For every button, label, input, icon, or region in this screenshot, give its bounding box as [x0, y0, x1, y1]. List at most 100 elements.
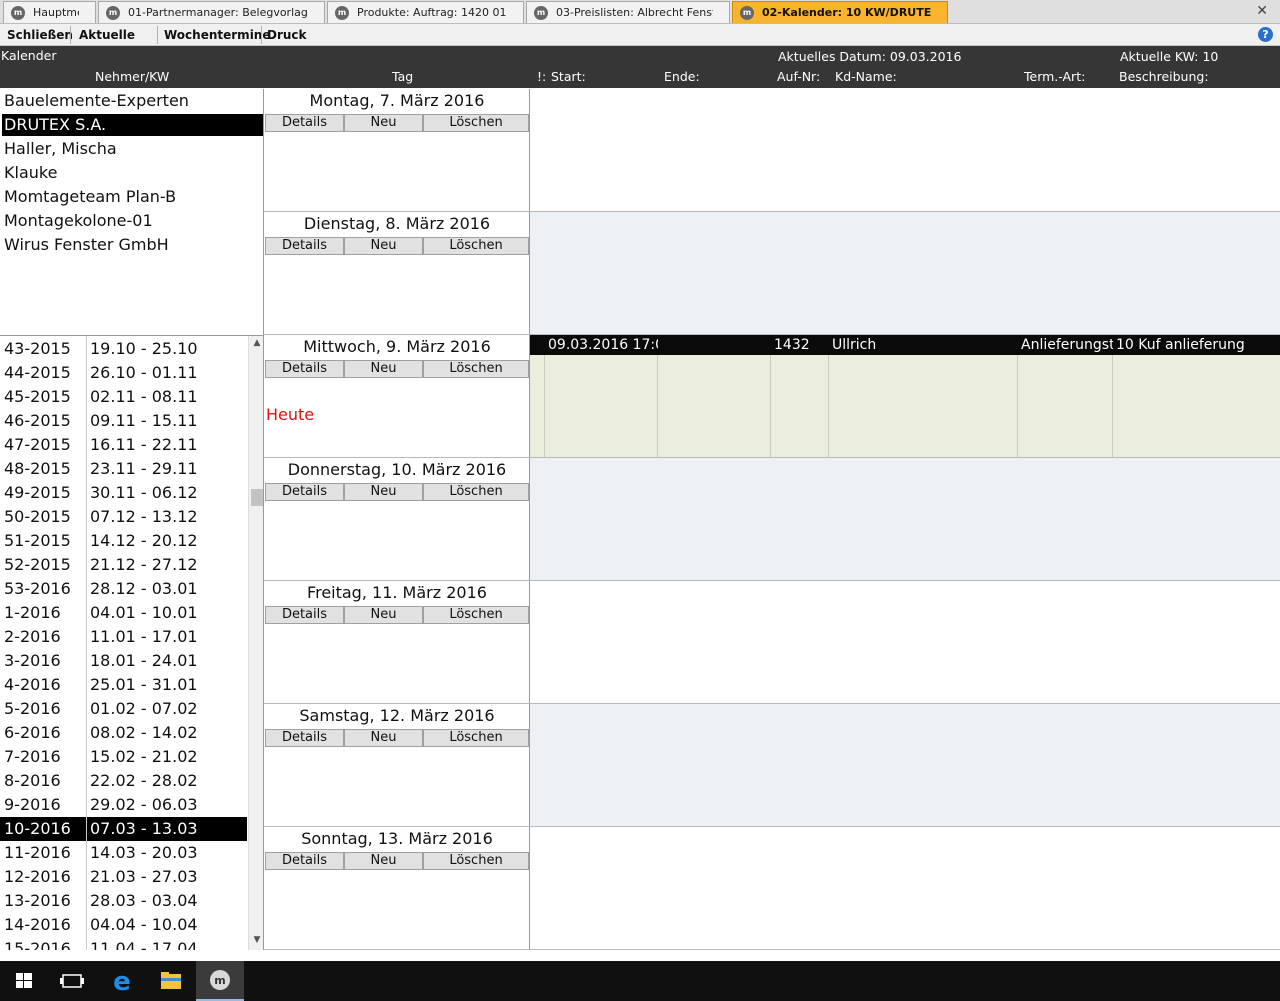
week-row[interactable]: 12-2016 21.03 - 27.03: [0, 865, 247, 889]
close-icon[interactable]: ✕: [1256, 3, 1268, 19]
app-taskbar-icon[interactable]: m: [196, 961, 244, 1001]
week-row[interactable]: 1-2016 04.01 - 10.01: [0, 601, 247, 625]
file-explorer-icon[interactable]: [147, 961, 195, 1001]
day-row: Sonntag, 13. März 2016 Details Neu Löschen: [264, 827, 1280, 950]
column-divider: [657, 355, 658, 457]
week-row[interactable]: 6-2016 08.02 - 14.02: [0, 721, 247, 745]
week-row[interactable]: 13-2016 28.03 - 03.04: [0, 889, 247, 913]
details-button[interactable]: Details: [265, 360, 344, 378]
week-row[interactable]: 53-2016 28.12 - 03.01: [0, 577, 247, 601]
print-button[interactable]: Druck: [261, 26, 307, 44]
task-view-icon[interactable]: [48, 961, 96, 1001]
windows-start-icon[interactable]: [0, 961, 48, 1001]
week-row[interactable]: 5-2016 01.02 - 07.02: [0, 697, 247, 721]
week-row[interactable]: 49-2015 30.11 - 06.12: [0, 481, 247, 505]
scroll-up-icon[interactable]: ▲: [249, 338, 263, 352]
week-row[interactable]: 47-2015 16.11 - 22.11: [0, 433, 247, 457]
week-row[interactable]: 52-2015 21.12 - 27.12: [0, 553, 247, 577]
week-row[interactable]: 8-2016 22.02 - 28.02: [0, 769, 247, 793]
new-button[interactable]: Neu: [344, 606, 423, 624]
list-item[interactable]: Bauelemente-Experten: [2, 90, 263, 112]
delete-button[interactable]: Löschen: [423, 852, 529, 870]
tab-preislisten[interactable]: m 03-Preislisten: Albrecht Fenster...: [526, 1, 730, 23]
list-item-selected[interactable]: DRUTEX S.A.: [2, 114, 263, 136]
details-button[interactable]: Details: [265, 852, 344, 870]
delete-button[interactable]: Löschen: [423, 483, 529, 501]
app-logo-icon: m: [106, 6, 120, 20]
close-button[interactable]: Schließen: [1, 26, 73, 44]
new-button[interactable]: Neu: [344, 360, 423, 378]
week-row[interactable]: 3-2016 18.01 - 24.01: [0, 649, 247, 673]
new-button[interactable]: Neu: [344, 852, 423, 870]
week-range: 23.11 - 29.11: [90, 459, 198, 478]
day-header: Mittwoch, 9. März 2016 Details Neu Löschen H…: [264, 335, 530, 457]
week-number: 43-2015: [4, 339, 71, 358]
week-list-scrollbar[interactable]: ▲ ▼: [248, 336, 263, 950]
week-row[interactable]: 45-2015 02.11 - 08.11: [0, 385, 247, 409]
week-range: 16.11 - 22.11: [90, 435, 198, 454]
list-item[interactable]: Montagekolone-01: [2, 210, 263, 232]
details-button[interactable]: Details: [265, 483, 344, 501]
week-number: 48-2015: [4, 459, 71, 478]
week-range: 14.12 - 20.12: [90, 531, 198, 550]
tab-kalender[interactable]: m 02-Kalender: 10 KW/DRUTEX S.A....: [732, 1, 948, 23]
delete-button[interactable]: Löschen: [423, 360, 529, 378]
week-range: 29.02 - 06.03: [90, 795, 198, 814]
week-row[interactable]: 51-2015 14.12 - 20.12: [0, 529, 247, 553]
column-header-description: Beschreibung:: [1119, 69, 1209, 84]
list-item[interactable]: Momtageteam Plan-B: [2, 186, 263, 208]
week-row[interactable]: 50-2015 07.12 - 13.12: [0, 505, 247, 529]
scrollbar-thumb[interactable]: [251, 489, 263, 506]
new-button[interactable]: Neu: [344, 237, 423, 255]
week-row[interactable]: 43-2015 19.10 - 25.10: [0, 337, 247, 361]
day-title: Mittwoch, 9. März 2016: [303, 337, 491, 356]
tab-produkte[interactable]: m Produkte: Auftrag: 1420 01 - ...: [327, 1, 524, 23]
details-button[interactable]: Details: [265, 114, 344, 132]
week-range: 19.10 - 25.10: [90, 339, 198, 358]
week-row[interactable]: 9-2016 29.02 - 06.03: [0, 793, 247, 817]
week-row[interactable]: 15-2016 11.04 - 17.04: [0, 937, 247, 950]
new-button[interactable]: Neu: [344, 483, 423, 501]
appointment-row[interactable]: 09.03.2016 17:00 1432 Ullrich Anlieferungst…: [530, 335, 1280, 355]
week-number: 50-2015: [4, 507, 71, 526]
details-button[interactable]: Details: [265, 729, 344, 747]
day-button-group: Details Neu Löschen: [265, 852, 529, 870]
day-title: Dienstag, 8. März 2016: [303, 214, 491, 233]
week-row[interactable]: 46-2015 09.11 - 15.11: [0, 409, 247, 433]
week-row[interactable]: 4-2016 25.01 - 31.01: [0, 673, 247, 697]
edge-browser-icon[interactable]: e: [98, 961, 146, 1001]
details-button[interactable]: Details: [265, 237, 344, 255]
week-number: 6-2016: [4, 723, 61, 742]
week-row[interactable]: 11-2016 14.03 - 20.03: [0, 841, 247, 865]
week-row[interactable]: 7-2016 15.02 - 21.02: [0, 745, 247, 769]
week-row-selected[interactable]: 10-2016 07.03 - 13.03: [0, 817, 247, 841]
tab-hauptmenu[interactable]: m Hauptmenu: [3, 1, 96, 23]
week-appointments-button[interactable]: Wochentermine: [158, 26, 270, 44]
delete-button[interactable]: Löschen: [423, 606, 529, 624]
delete-button[interactable]: Löschen: [423, 729, 529, 747]
details-button[interactable]: Details: [265, 606, 344, 624]
delete-button[interactable]: Löschen: [423, 114, 529, 132]
delete-button[interactable]: Löschen: [423, 237, 529, 255]
help-icon[interactable]: ?: [1258, 27, 1273, 42]
week-range: 04.04 - 10.04: [90, 915, 198, 934]
current-kw-button[interactable]: Aktuelle KW: [73, 26, 155, 60]
list-item[interactable]: Haller, Mischa: [2, 138, 263, 160]
list-item[interactable]: Klauke: [2, 162, 263, 184]
toolbar-divider: [70, 26, 71, 44]
list-item[interactable]: Wirus Fenster GmbH: [2, 234, 263, 256]
new-button[interactable]: Neu: [344, 729, 423, 747]
week-number: 11-2016: [4, 843, 71, 862]
day-row: Samstag, 12. März 2016 Details Neu Löschen: [264, 704, 1280, 827]
tab-partnermanager[interactable]: m 01-Partnermanager: Belegvorlagen...: [98, 1, 325, 23]
week-row[interactable]: 48-2015 23.11 - 29.11: [0, 457, 247, 481]
week-row[interactable]: 44-2015 26.10 - 01.11: [0, 361, 247, 385]
week-row[interactable]: 14-2016 04.04 - 10.04: [0, 913, 247, 937]
week-range: 14.03 - 20.03: [90, 843, 198, 862]
week-range: 04.01 - 10.01: [90, 603, 198, 622]
column-header-nehmer: Nehmer/KW: [95, 69, 170, 84]
scroll-down-icon[interactable]: ▼: [249, 935, 263, 949]
week-row[interactable]: 2-2016 11.01 - 17.01: [0, 625, 247, 649]
new-button[interactable]: Neu: [344, 114, 423, 132]
appointment-description: 10 Kuf anlieferung: [1116, 337, 1245, 353]
